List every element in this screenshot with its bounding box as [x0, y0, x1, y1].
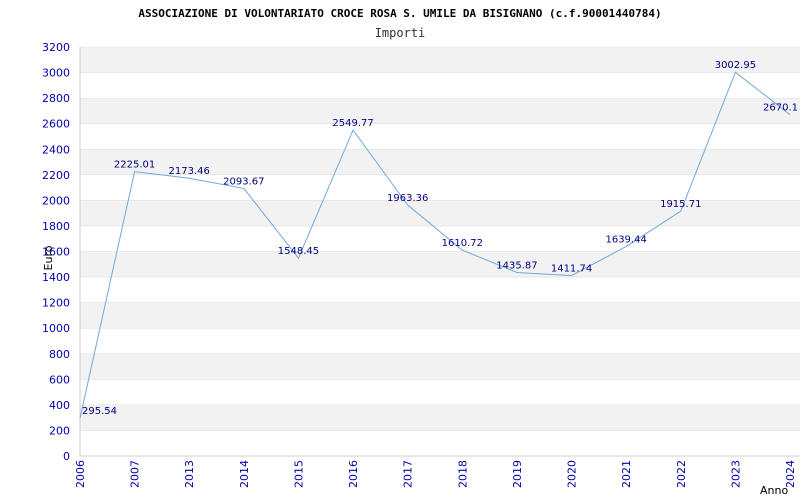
grid-bands: [80, 47, 800, 431]
x-tick-label: 2015: [292, 460, 305, 488]
chart-title: ASSOCIAZIONE DI VOLONTARIATO CROCE ROSA …: [138, 7, 661, 20]
y-tick-label: 400: [49, 399, 70, 412]
data-label: 1548.45: [278, 246, 319, 257]
data-label: 1639.44: [605, 234, 646, 245]
data-label: 1435.87: [496, 260, 537, 271]
y-tick-label: 3200: [42, 41, 70, 54]
x-tick-label: 2022: [675, 460, 688, 488]
grid-band: [80, 404, 800, 431]
data-label: 2173.46: [169, 166, 210, 177]
x-tick-label: 2013: [183, 460, 196, 488]
data-label: 295.54: [82, 406, 117, 417]
y-axis-label: Euro: [42, 245, 55, 270]
x-tick-label: 2019: [511, 460, 524, 488]
line-chart: ASSOCIAZIONE DI VOLONTARIATO CROCE ROSA …: [42, 7, 800, 497]
grid-band: [80, 302, 800, 329]
y-tick-label: 2600: [42, 118, 70, 131]
data-label: 1610.72: [442, 238, 483, 249]
x-tick-label: 2020: [566, 460, 579, 488]
x-tick-label: 2016: [347, 460, 360, 488]
data-label: 1411.74: [551, 264, 592, 275]
x-axis-label: Anno: [760, 484, 788, 497]
y-tick-label: 0: [63, 450, 70, 463]
y-tick-label: 200: [49, 424, 70, 437]
y-tick-label: 3000: [42, 67, 70, 80]
data-label: 2093.67: [223, 176, 264, 187]
y-tick-label: 2800: [42, 92, 70, 105]
data-label: 1963.36: [387, 193, 428, 204]
y-tick-label: 2400: [42, 143, 70, 156]
x-tick-label: 2014: [238, 460, 251, 488]
x-tick-label: 2017: [402, 460, 415, 488]
y-tick-label: 800: [49, 348, 70, 361]
y-tick-label: 1200: [42, 297, 70, 310]
x-tick-label: 2006: [74, 460, 87, 488]
data-label: 2549.77: [332, 118, 373, 129]
y-tick-label: 2200: [42, 169, 70, 182]
y-tick-label: 1400: [42, 271, 70, 284]
x-tick-labels: 2006 2007 2013 2014 2015 2016 2017 2018 2019 2020…: [74, 460, 797, 488]
x-tick-label: 2023: [729, 460, 742, 488]
data-label: 3002.95: [715, 60, 756, 71]
data-label: 2670.1: [763, 103, 798, 114]
x-tick-label: 2018: [456, 460, 469, 488]
grid-band: [80, 98, 800, 124]
data-label: 1915.71: [660, 199, 701, 210]
y-tick-label: 1800: [42, 220, 70, 233]
y-tick-label: 2000: [42, 194, 70, 207]
x-tick-label: 2021: [620, 460, 633, 488]
chart-subtitle: Importi: [375, 26, 426, 40]
grid-band: [80, 47, 800, 73]
x-tick-label: 2007: [129, 460, 142, 488]
grid-band: [80, 353, 800, 380]
grid-band: [80, 251, 800, 278]
data-label: 2225.01: [114, 160, 155, 171]
y-tick-label: 600: [49, 373, 70, 386]
y-tick-label: 1000: [42, 322, 70, 335]
